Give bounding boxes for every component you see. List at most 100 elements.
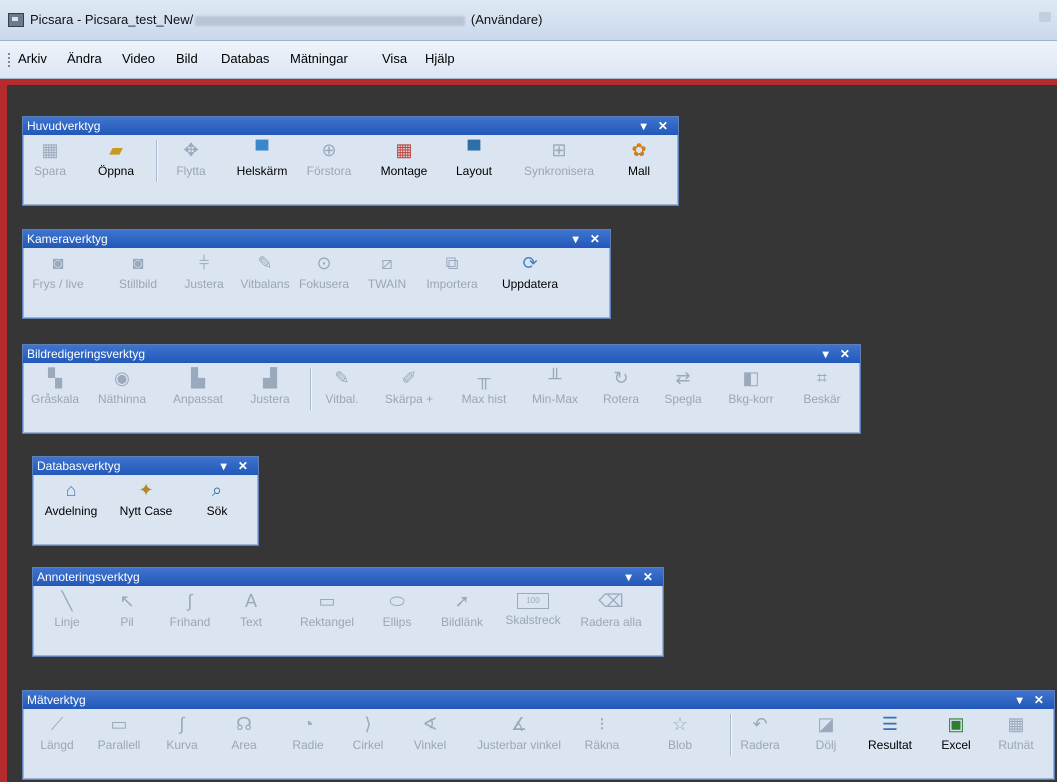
tool-blob[interactable]: ☆ Blob — [655, 710, 705, 760]
tool-vinkel[interactable]: ∢ Vinkel — [401, 710, 459, 760]
tool-radie[interactable]: ◔ Radie — [279, 710, 337, 760]
tool-resultat[interactable]: ☰ Resultat — [861, 710, 919, 760]
toolbar-header[interactable]: Annoteringsverktyg ▾ ✕ — [33, 568, 663, 586]
tool-nytt-case[interactable]: ✦ Nytt Case — [109, 476, 183, 526]
tool-excel[interactable]: ▣ Excel — [931, 710, 981, 760]
tool-graskala[interactable]: ▚ Gråskala — [25, 364, 85, 414]
adjustable-angle-icon: ∡ — [510, 714, 528, 734]
tool-twain[interactable]: ⧄ TWAIN — [359, 249, 415, 299]
window-title-prefix: Picsara - Picsara_test_New/ — [30, 12, 194, 27]
eyedropper-icon: ✎ — [257, 253, 273, 273]
tool-kurva[interactable]: ∫ Kurva — [153, 710, 211, 760]
toolbar-header[interactable]: Bildredigeringsverktyg ▾ ✕ — [23, 345, 860, 363]
new-case-icon: ✦ — [138, 480, 154, 500]
tool-sok[interactable]: ⌕ Sök — [189, 476, 245, 526]
toolbar-dropdown-close-icon[interactable]: ▾ ✕ — [573, 230, 604, 248]
camera-icon: ◙ — [52, 253, 64, 273]
tool-rakna[interactable]: ⁝ Räkna — [577, 710, 627, 760]
tool-skalstreck[interactable]: 100 Skalstreck — [495, 587, 571, 637]
tool-flytta[interactable]: ✥ Flytta — [165, 136, 217, 186]
menu-matningar[interactable]: Mätningar — [290, 51, 348, 66]
tool-max-hist[interactable]: ╥ Max hist — [451, 364, 517, 414]
tool-justera-hist[interactable]: ▟ Justera — [237, 364, 303, 414]
layout-icon: ▀ — [467, 140, 481, 160]
tool-pil[interactable]: ↖ Pil — [99, 587, 155, 637]
tool-forstora[interactable]: ⊕ Förstora — [299, 136, 359, 186]
tool-justera[interactable]: ⫩ Justera — [177, 249, 231, 299]
toolbar-header[interactable]: Databasverktyg ▾ ✕ — [33, 457, 258, 475]
menu-visa[interactable]: Visa — [382, 51, 407, 66]
tool-importera[interactable]: ⧉ Importera — [419, 249, 485, 299]
workspace-border-top — [0, 79, 1057, 85]
tool-rotera[interactable]: ↻ Rotera — [595, 364, 647, 414]
move-icon: ✥ — [183, 140, 199, 160]
tool-helskarm[interactable]: ▀ Helskärm — [227, 136, 297, 186]
tool-stillbild[interactable]: ◙ Stillbild — [95, 249, 181, 299]
toolbar-header[interactable]: Kameraverktyg ▾ ✕ — [23, 230, 610, 248]
tool-bildlank[interactable]: ➚ Bildlänk — [431, 587, 493, 637]
tool-oppna[interactable]: ▰ Öppna — [85, 136, 147, 186]
tool-radera[interactable]: ↶ Radera — [731, 710, 789, 760]
blob-icon: ☆ — [671, 714, 689, 734]
redacted-title-region — [195, 15, 466, 26]
window-control-button[interactable] — [1039, 12, 1051, 22]
toolbar-dropdown-close-icon[interactable]: ▾ ✕ — [1017, 691, 1048, 709]
toolbar-header[interactable]: Huvudverktyg ▾ ✕ — [23, 117, 678, 135]
tool-anpassat[interactable]: ▙ Anpassat — [159, 364, 237, 414]
menu-databas[interactable]: Databas — [221, 51, 269, 66]
scanner-icon: ⧄ — [381, 253, 393, 273]
tool-uppdatera[interactable]: ⟳ Uppdatera — [489, 249, 571, 299]
tool-vitbal[interactable]: ✎ Vitbal. — [315, 364, 369, 414]
tool-min-max[interactable]: ╨ Min-Max — [521, 364, 589, 414]
montage-icon: ▦ — [395, 140, 413, 160]
tool-frys-live[interactable]: ◙ Frys / live — [25, 249, 91, 299]
tool-dolj[interactable]: ◪ Dölj — [801, 710, 851, 760]
tool-bkg-korr[interactable]: ◧ Bkg-korr — [715, 364, 787, 414]
tool-skarpa[interactable]: ✐ Skärpa + — [373, 364, 445, 414]
menu-grip-icon[interactable] — [8, 53, 12, 67]
tool-rektangel[interactable]: ▭ Rektangel — [287, 587, 367, 637]
menu-andra[interactable]: Ändra — [67, 51, 102, 66]
count-icon: ⁝ — [599, 714, 605, 734]
tool-layout[interactable]: ▀ Layout — [443, 136, 505, 186]
tool-radera-alla[interactable]: ⌫ Radera alla — [571, 587, 651, 637]
toolbar-tools: ╲ Linje ↖ Pil ∫ Frihand A Text ▭ Rektang… — [33, 587, 663, 637]
menu-hjalp[interactable]: Hjälp — [425, 51, 455, 66]
tool-justerbar-vinkel[interactable]: ∡ Justerbar vinkel — [463, 710, 575, 760]
toolbar-dropdown-close-icon[interactable]: ▾ ✕ — [823, 345, 854, 363]
tool-montage[interactable]: ▦ Montage — [369, 136, 439, 186]
toolbar-databasverktyg: Databasverktyg ▾ ✕ ⌂ Avdelning ✦ Nytt Ca… — [32, 456, 259, 546]
tool-spegla[interactable]: ⇄ Spegla — [655, 364, 711, 414]
focus-icon: ⊙ — [316, 253, 332, 273]
tool-vitbalans[interactable]: ✎ Vitbalans — [233, 249, 297, 299]
tool-avdelning[interactable]: ⌂ Avdelning — [35, 476, 107, 526]
tool-frihand[interactable]: ∫ Frihand — [157, 587, 223, 637]
tool-linje[interactable]: ╲ Linje — [39, 587, 95, 637]
tool-mall[interactable]: ✿ Mall — [613, 136, 665, 186]
search-icon: ⌕ — [211, 480, 223, 500]
tool-ellips[interactable]: ⬭ Ellips — [369, 587, 425, 637]
tool-nathinna[interactable]: ◉ Näthinna — [87, 364, 157, 414]
toolbar-dropdown-close-icon[interactable]: ▾ ✕ — [626, 568, 657, 586]
tool-langd[interactable]: ⟋ Längd — [27, 710, 87, 760]
toolbar-header[interactable]: Mätverktyg ▾ ✕ — [23, 691, 1054, 709]
tool-area[interactable]: ☊ Area — [215, 710, 273, 760]
menu-video[interactable]: Video — [122, 51, 155, 66]
tool-cirkel[interactable]: ⟩ Cirkel — [341, 710, 395, 760]
excel-icon: ▣ — [947, 714, 965, 734]
tool-parallell[interactable]: ▭ Parallell — [89, 710, 149, 760]
menu-bild[interactable]: Bild — [176, 51, 198, 66]
tool-rutnat[interactable]: ▦ Rutnät — [991, 710, 1041, 760]
tool-fokusera[interactable]: ⊙ Fokusera — [295, 249, 353, 299]
tool-spara[interactable]: ▦ Spara — [25, 136, 75, 186]
arrow-icon: ↖ — [119, 591, 135, 611]
tool-text[interactable]: A Text — [225, 587, 277, 637]
parallel-icon: ▭ — [110, 714, 128, 734]
tool-beskar[interactable]: ⌗ Beskär — [793, 364, 851, 414]
toolbar-dropdown-close-icon[interactable]: ▾ ✕ — [221, 457, 252, 475]
background-correction-icon: ◧ — [742, 368, 760, 388]
tool-synkronisera[interactable]: ⊞ Synkronisera — [515, 136, 603, 186]
toolbar-dropdown-close-icon[interactable]: ▾ ✕ — [641, 117, 672, 135]
toolbar-title: Kameraverktyg — [27, 232, 108, 246]
menu-arkiv[interactable]: Arkiv — [18, 51, 47, 66]
